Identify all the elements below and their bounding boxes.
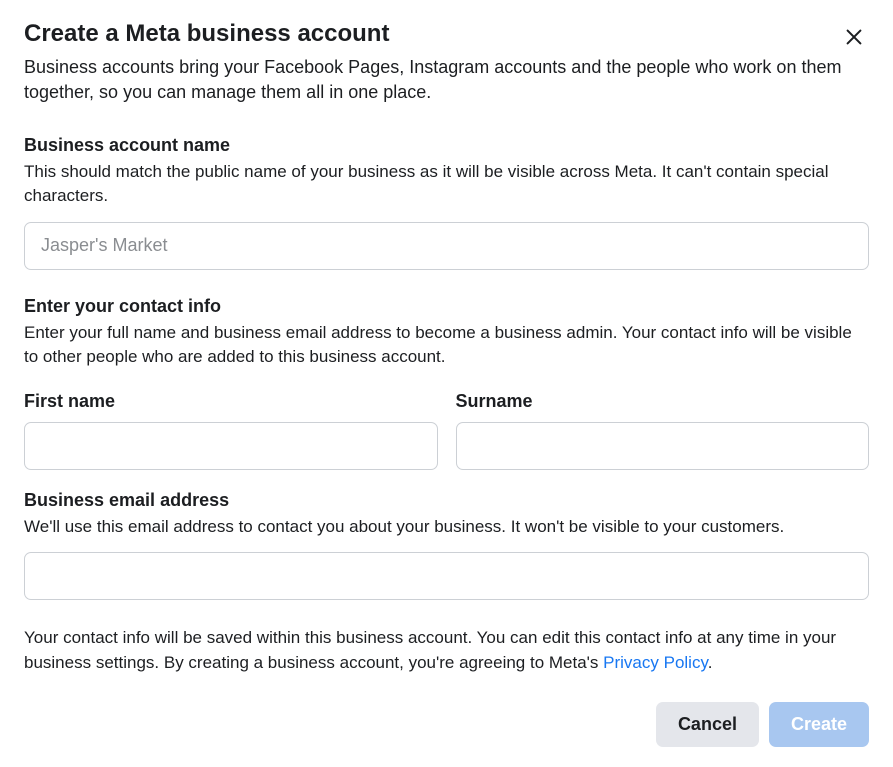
dialog-subtitle: Business accounts bring your Facebook Pa… bbox=[24, 55, 869, 105]
email-help: We'll use this email address to contact … bbox=[24, 515, 869, 539]
business-name-help: This should match the public name of you… bbox=[24, 160, 869, 208]
business-name-input[interactable] bbox=[24, 222, 869, 270]
first-name-input[interactable] bbox=[24, 422, 438, 470]
create-button[interactable]: Create bbox=[769, 702, 869, 747]
business-name-label: Business account name bbox=[24, 135, 869, 156]
privacy-policy-link[interactable]: Privacy Policy bbox=[603, 653, 708, 672]
first-name-label: First name bbox=[24, 391, 438, 412]
disclaimer-before: Your contact info will be saved within t… bbox=[24, 628, 836, 672]
cancel-button[interactable]: Cancel bbox=[656, 702, 759, 747]
disclaimer-text: Your contact info will be saved within t… bbox=[24, 626, 869, 675]
email-input[interactable] bbox=[24, 552, 869, 600]
close-icon bbox=[843, 26, 865, 48]
contact-info-label: Enter your contact info bbox=[24, 296, 869, 317]
disclaimer-after: . bbox=[708, 653, 713, 672]
email-label: Business email address bbox=[24, 490, 869, 511]
surname-label: Surname bbox=[456, 391, 870, 412]
contact-info-help: Enter your full name and business email … bbox=[24, 321, 869, 369]
dialog-title: Create a Meta business account bbox=[24, 20, 839, 48]
surname-input[interactable] bbox=[456, 422, 870, 470]
close-button[interactable] bbox=[839, 22, 869, 55]
